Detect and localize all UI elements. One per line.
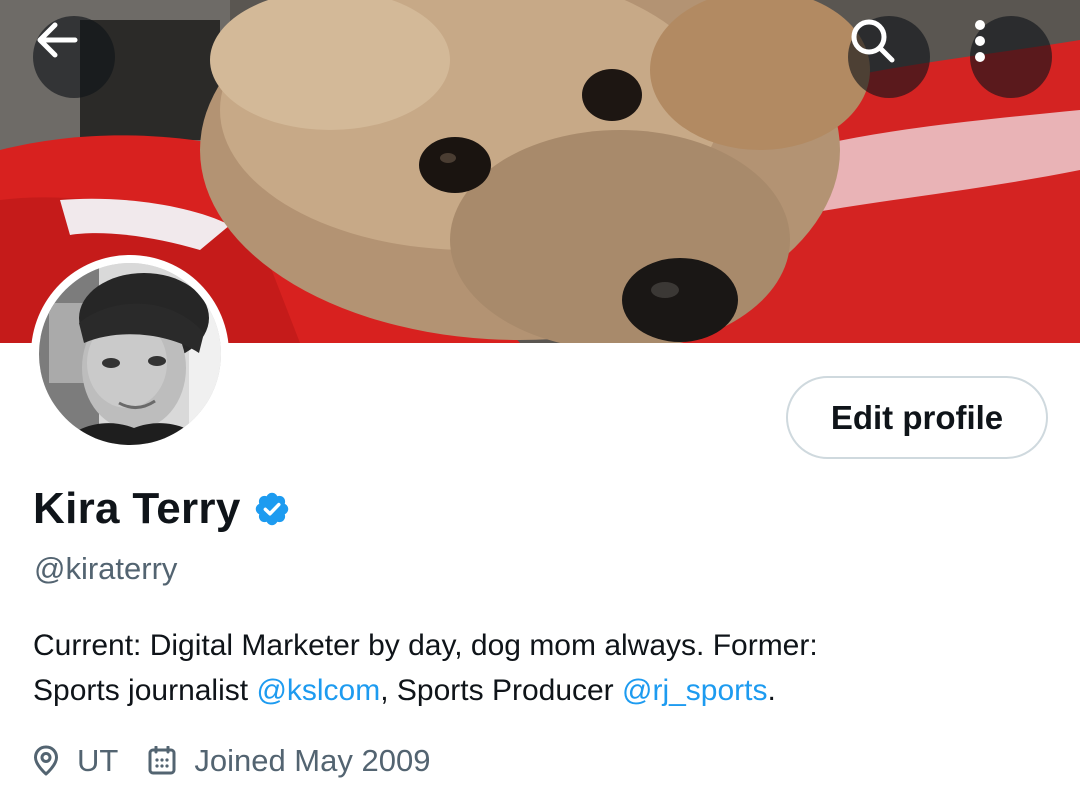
- location-text: UT: [77, 743, 119, 778]
- location-pin-icon: [34, 745, 58, 776]
- bio-text: .: [767, 674, 776, 707]
- bio-text: , Sports Producer: [380, 674, 623, 707]
- search-button[interactable]: [848, 16, 930, 98]
- arrow-left-icon: [37, 22, 78, 58]
- profile-handle: @kiraterry: [34, 551, 178, 586]
- mention-link-rj-sports[interactable]: @rj_sports: [622, 674, 768, 707]
- bio-text: Sports journalist: [33, 674, 257, 707]
- edit-profile-button[interactable]: Edit profile: [786, 376, 1048, 459]
- more-options-button[interactable]: [970, 16, 1052, 98]
- search-icon: [851, 19, 895, 63]
- avatar-image: [39, 263, 221, 445]
- location-item: UT: [33, 743, 118, 779]
- profile-name-row: Kira Terry: [33, 484, 291, 534]
- mention-link-kslcom[interactable]: @kslcom: [256, 674, 380, 707]
- calendar-icon: [148, 746, 176, 775]
- profile-meta: UT Joined May 2009: [33, 743, 430, 779]
- profile-avatar[interactable]: [31, 255, 229, 453]
- profile-name: Kira Terry: [33, 484, 241, 533]
- profile-bio: Current: Digital Marketer by day, dog mo…: [33, 623, 1043, 713]
- joined-item: Joined May 2009: [148, 743, 430, 779]
- bio-line-1: Current: Digital Marketer by day, dog mo…: [33, 629, 818, 662]
- more-vertical-icon: [975, 20, 985, 62]
- verified-badge-icon[interactable]: [253, 490, 291, 528]
- back-button[interactable]: [33, 16, 115, 98]
- joined-text: Joined May 2009: [194, 743, 431, 778]
